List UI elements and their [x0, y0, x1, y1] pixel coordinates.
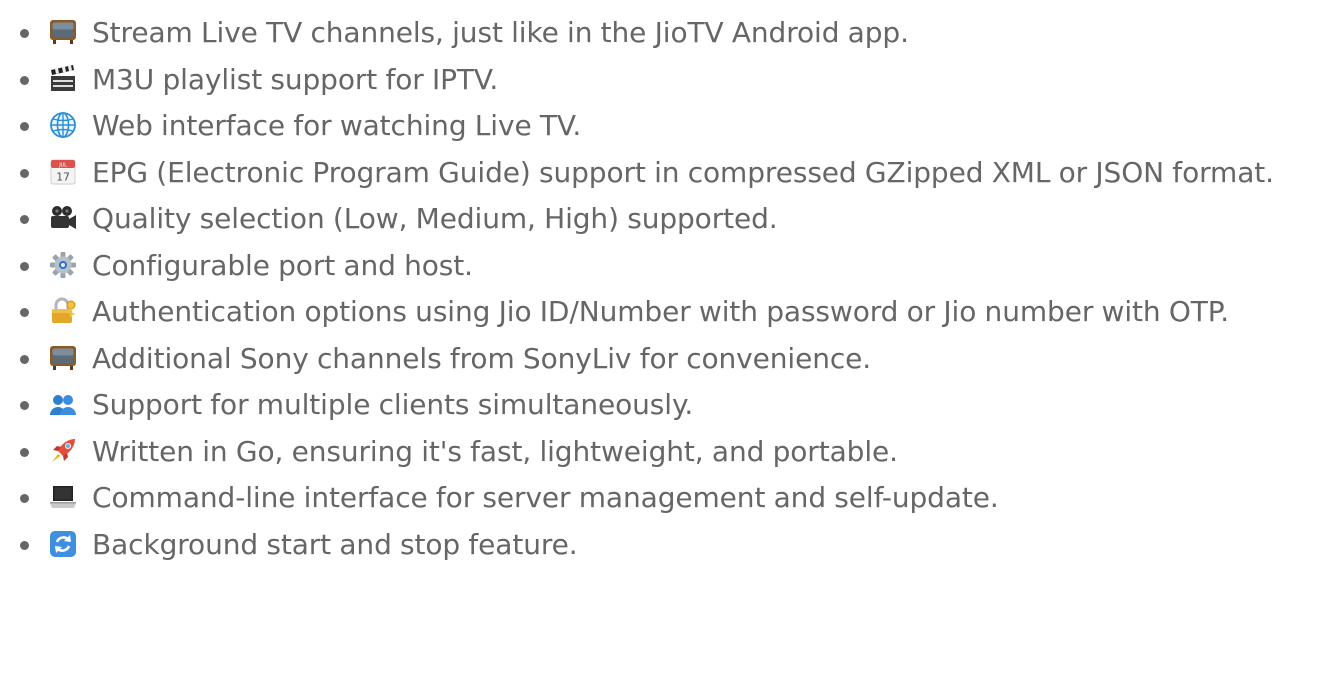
list-item: Written in Go, ensuring it's fast, light…	[0, 429, 1343, 476]
rocket-icon	[48, 436, 78, 466]
list-item: M3U playlist support for IPTV.	[0, 57, 1343, 104]
movie-camera-icon	[48, 203, 78, 233]
laptop-icon	[48, 482, 78, 512]
refresh-icon	[48, 529, 78, 559]
calendar-icon: JUL 17	[48, 157, 78, 187]
feature-text: Configurable port and host.	[92, 248, 473, 282]
busts-icon	[48, 389, 78, 419]
feature-text: Support for multiple clients simultaneou…	[92, 388, 694, 421]
list-item: Support for multiple clients simultaneou…	[0, 382, 1343, 429]
list-item: Additional Sony channels from SonyLiv fo…	[0, 336, 1343, 383]
feature-text: Authentication options using Jio ID/Numb…	[92, 295, 1230, 328]
list-item: Background start and stop feature.	[0, 522, 1343, 569]
globe-icon	[48, 110, 78, 140]
feature-text: Additional Sony channels from SonyLiv fo…	[92, 341, 872, 375]
feature-text: M3U playlist support for IPTV.	[92, 62, 499, 96]
feature-text: Background start and stop feature.	[92, 527, 578, 561]
list-item: Quality selection (Low, Medium, High) su…	[0, 196, 1343, 243]
feature-text: EPG (Electronic Program Guide) support i…	[92, 155, 1274, 189]
list-item: Configurable port and host.	[0, 243, 1343, 290]
gear-icon	[48, 250, 78, 280]
feature-text: Quality selection (Low, Medium, High) su…	[92, 202, 778, 235]
television-icon	[48, 343, 78, 373]
feature-list: Stream Live TV channels, just like in th…	[0, 0, 1343, 568]
feature-text: Stream Live TV channels, just like in th…	[92, 16, 909, 49]
list-item: Command-line interface for server manage…	[0, 475, 1343, 522]
list-item: JUL 17 EPG (Electronic Program Guide) su…	[0, 150, 1343, 197]
feature-text: Web interface for watching Live TV.	[92, 109, 582, 142]
clapper-board-icon	[48, 64, 78, 94]
calendar-day: 17	[56, 170, 70, 183]
lock-key-icon	[48, 296, 78, 326]
feature-text: Command-line interface for server manage…	[92, 481, 999, 514]
calendar-month: JUL	[58, 162, 67, 168]
feature-text: Written in Go, ensuring it's fast, light…	[92, 434, 898, 468]
television-icon	[48, 17, 78, 47]
list-item: Web interface for watching Live TV.	[0, 103, 1343, 150]
list-item: Stream Live TV channels, just like in th…	[0, 10, 1343, 57]
list-item: Authentication options using Jio ID/Numb…	[0, 289, 1343, 336]
